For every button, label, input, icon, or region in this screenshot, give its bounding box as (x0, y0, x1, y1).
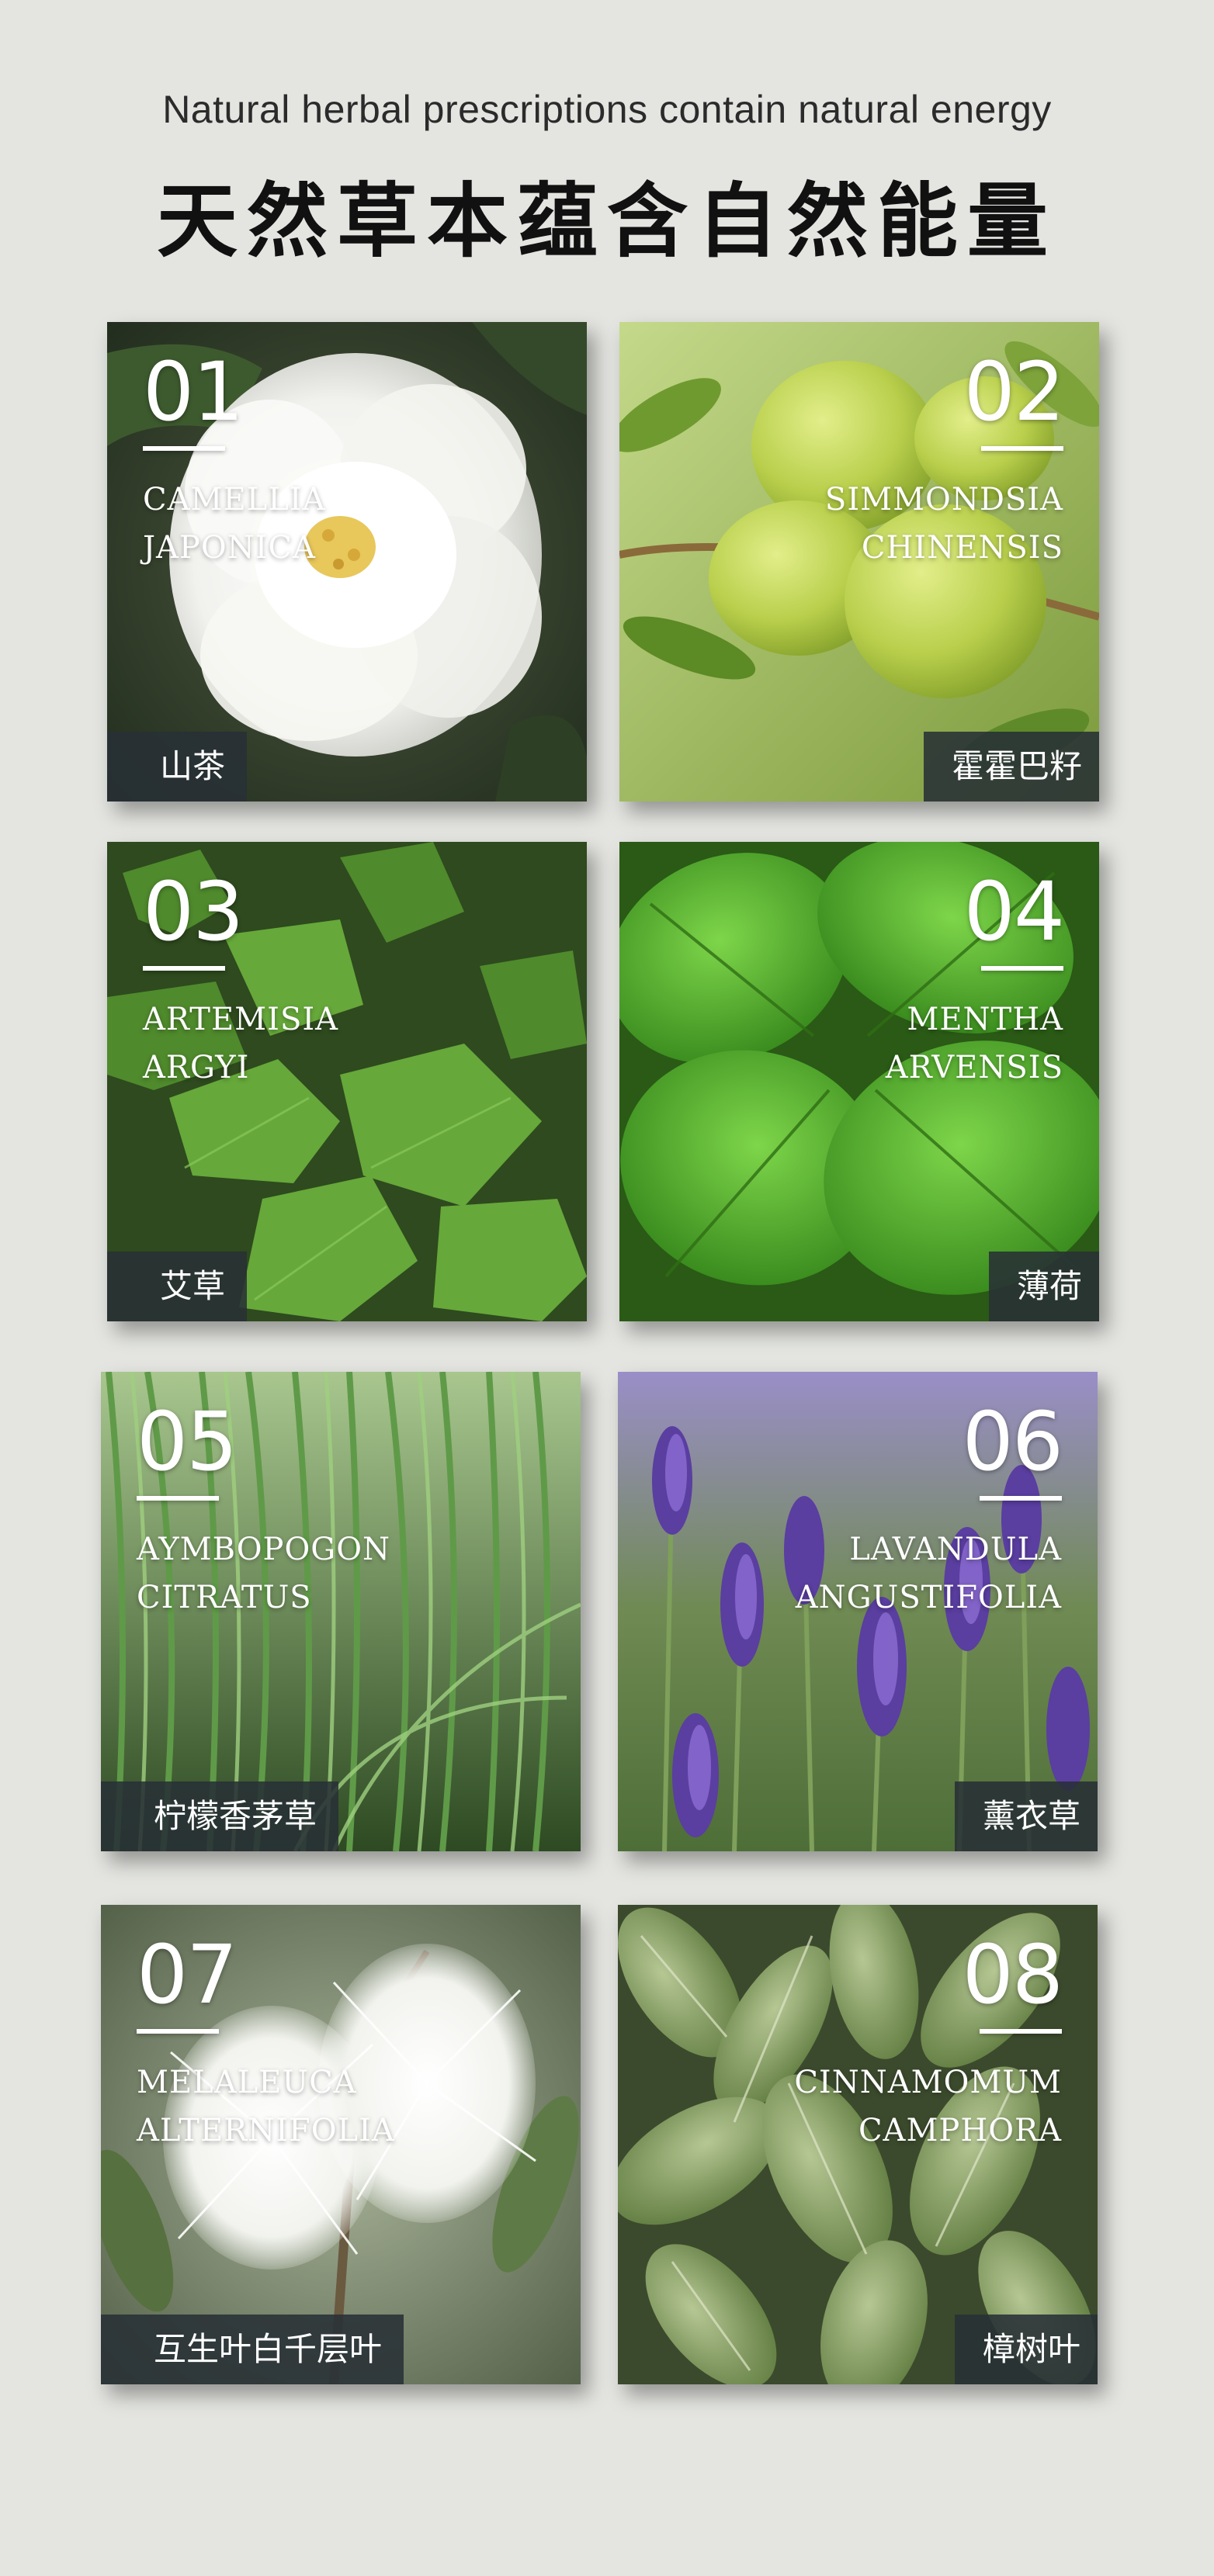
number-underline (143, 446, 225, 451)
herb-number: 08 (962, 1927, 1063, 2022)
herb-card-07: 07 MELALEUCA ALTERNIFOLIA 互生叶白千层叶 (101, 1905, 581, 2384)
herb-number: 02 (963, 345, 1065, 439)
latin-line-2: ANGUSTIFOLIA (795, 1580, 1062, 1615)
herb-latin-name: LAVANDULA ANGUSTIFOLIA (767, 1525, 1062, 1622)
herb-number: 05 (137, 1394, 238, 1489)
latin-line-2: JAPONICA (143, 530, 316, 566)
herb-chinese-name: 霍霍巴籽 (923, 732, 1099, 802)
latin-line-1: MELALEUCA (137, 2065, 357, 2100)
herb-chinese-name: 山茶 (107, 732, 248, 802)
herb-latin-name: CAMELLIA JAPONICA (143, 476, 438, 572)
latin-line-2: CAMPHORA (858, 2113, 1062, 2148)
number-underline (137, 1496, 219, 1501)
herb-card-01: 01 CAMELLIA JAPONICA 山茶 (107, 322, 587, 802)
latin-line-2: ARGYI (143, 1050, 250, 1085)
herb-card-06: 06 LAVANDULA ANGUSTIFOLIA 薰衣草 (618, 1372, 1098, 1851)
herb-latin-name: CINNAMOMUM CAMPHORA (767, 2058, 1062, 2155)
latin-line-1: AYMBOPOGON (137, 1532, 391, 1567)
latin-line-1: CINNAMOMUM (794, 2065, 1062, 2100)
herb-chinese-name: 薰衣草 (954, 1781, 1098, 1851)
number-underline (981, 446, 1063, 451)
number-underline (980, 2029, 1062, 2034)
herb-latin-name: MENTHA ARVENSIS (768, 995, 1063, 1092)
page-subtitle: Natural herbal prescriptions contain nat… (162, 88, 1052, 131)
herb-card-04: 04 MENTHA ARVENSIS 薄荷 (619, 842, 1099, 1321)
herb-latin-name: AYMBOPOGON CITRATUS (137, 1525, 432, 1622)
herb-card-02: 02 SIMMONDSIA CHINENSIS 霍霍巴籽 (619, 322, 1099, 802)
latin-line-1: ARTEMISIA (143, 1002, 339, 1037)
number-underline (143, 966, 225, 971)
latin-line-2: CHINENSIS (861, 530, 1063, 566)
latin-line-2: ALTERNIFOLIA (137, 2113, 395, 2148)
herb-latin-name: SIMMONDSIA CHINENSIS (768, 476, 1063, 572)
herb-chinese-name: 樟树叶 (954, 2315, 1098, 2384)
herb-card-08: 08 CINNAMOMUM CAMPHORA 樟树叶 (618, 1905, 1098, 2384)
herb-chinese-name: 艾草 (107, 1252, 248, 1321)
number-underline (137, 2029, 219, 2034)
number-underline (981, 966, 1063, 971)
number-underline (980, 1496, 1062, 1501)
herb-latin-name: ARTEMISIA ARGYI (143, 995, 438, 1092)
latin-line-2: CITRATUS (137, 1580, 312, 1615)
latin-line-1: CAMELLIA (143, 482, 326, 518)
herb-chinese-name: 互生叶白千层叶 (101, 2315, 404, 2384)
herb-number: 03 (143, 864, 244, 959)
herb-number: 06 (962, 1394, 1063, 1489)
herb-number: 07 (137, 1927, 238, 2022)
page-title: 天然草本蕴含自然能量 (156, 174, 1057, 268)
latin-line-1: LAVANDULA (849, 1532, 1062, 1567)
herb-chinese-name: 薄荷 (988, 1252, 1099, 1321)
herb-card-03: 03 ARTEMISIA ARGYI 艾草 (107, 842, 587, 1321)
herb-number: 01 (143, 345, 244, 439)
herb-card-05: 05 AYMBOPOGON CITRATUS 柠檬香茅草 (101, 1372, 581, 1851)
herb-latin-name: MELALEUCA ALTERNIFOLIA (137, 2058, 432, 2155)
herb-chinese-name: 柠檬香茅草 (101, 1781, 339, 1851)
herb-number: 04 (963, 864, 1065, 959)
latin-line-2: ARVENSIS (885, 1050, 1063, 1085)
latin-line-1: MENTHA (907, 1002, 1063, 1037)
latin-line-1: SIMMONDSIA (824, 482, 1063, 518)
